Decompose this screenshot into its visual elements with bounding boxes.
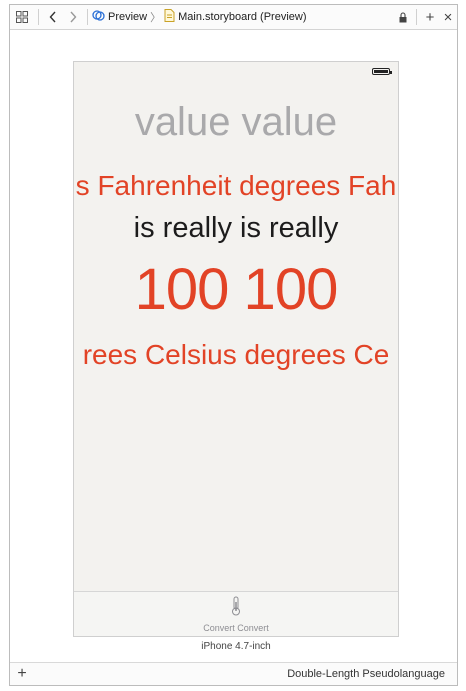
- battery-icon: [372, 68, 392, 75]
- related-items-grid-icon[interactable]: [10, 5, 34, 29]
- lock-icon[interactable]: [394, 5, 412, 29]
- add-device-plus-icon[interactable]: +: [10, 665, 34, 683]
- value-label: value value: [134, 100, 338, 144]
- device-name-label[interactable]: iPhone 4.7-inch: [73, 641, 399, 652]
- thermometer-icon[interactable]: [231, 596, 241, 621]
- toolbar-divider: [38, 9, 39, 25]
- toolbar-divider: [416, 9, 417, 25]
- forward-chevron-icon[interactable]: [63, 5, 83, 29]
- storyboard-file-icon: [164, 9, 175, 25]
- back-chevron-icon[interactable]: [43, 5, 63, 29]
- iphone-preview-canvas: value value s Fahrenheit degrees Fah is …: [73, 61, 399, 637]
- add-editor-plus-icon[interactable]: +: [421, 5, 439, 29]
- tab-bar: Convert Convert: [74, 591, 398, 636]
- breadcrumb-separator-icon: 〉: [150, 12, 162, 24]
- tab-convert-label[interactable]: Convert Convert: [203, 623, 269, 633]
- assistant-editor-window: Preview 〉 Main.storyboard (Preview) + ×: [9, 4, 458, 686]
- celsius-value-label: 100 100: [134, 257, 339, 322]
- jump-bar: Preview 〉 Main.storyboard (Preview) + ×: [10, 5, 457, 30]
- preview-bottom-bar: + Double-Length Pseudolanguage: [10, 662, 457, 685]
- is-really-label: is really is really: [133, 212, 339, 244]
- preview-assistant-icon: [92, 9, 105, 25]
- language-selector[interactable]: Double-Length Pseudolanguage: [287, 668, 445, 680]
- breadcrumb-preview[interactable]: Preview: [92, 9, 147, 25]
- close-editor-icon[interactable]: ×: [439, 5, 457, 29]
- fahrenheit-label: s Fahrenheit degrees Fah: [75, 170, 397, 201]
- breadcrumb-storyboard[interactable]: Main.storyboard (Preview): [164, 9, 307, 25]
- breadcrumb-preview-label: Preview: [108, 11, 148, 23]
- celsius-label: rees Celsius degrees Ce: [82, 339, 390, 370]
- editor-controls: + ×: [394, 5, 457, 29]
- toolbar-divider: [87, 9, 88, 25]
- breadcrumb-storyboard-label: Main.storyboard (Preview): [178, 11, 307, 23]
